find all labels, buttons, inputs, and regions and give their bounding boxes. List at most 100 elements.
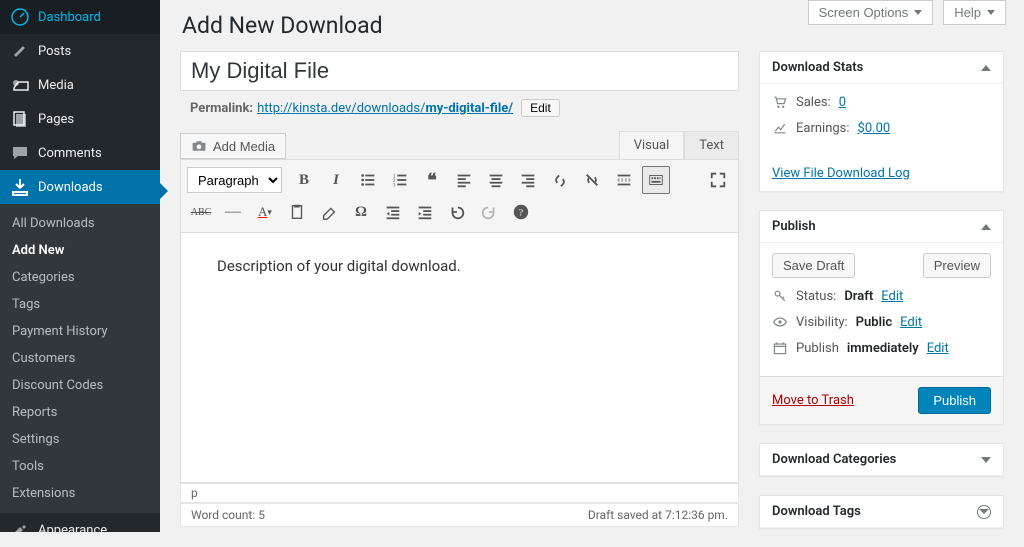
preview-button[interactable]: Preview: [923, 253, 991, 278]
submenu-extensions[interactable]: Extensions: [0, 480, 160, 507]
download-tags-toggle[interactable]: Download Tags: [760, 496, 1003, 528]
post-title-input[interactable]: [180, 51, 739, 91]
svg-text:3: 3: [393, 182, 396, 188]
sidebar-item-appearance[interactable]: Appearance: [0, 513, 160, 547]
view-log-link[interactable]: View File Download Log: [772, 166, 910, 181]
appearance-icon: [10, 520, 30, 540]
clipboard-icon: [288, 203, 306, 221]
strikethrough-button[interactable]: ABC: [187, 198, 215, 226]
downloads-submenu: All Downloads Add New Categories Tags Pa…: [0, 204, 160, 513]
move-to-trash-link[interactable]: Move to Trash: [772, 393, 854, 408]
redo-button[interactable]: [475, 198, 503, 226]
number-list-button[interactable]: 123: [386, 166, 414, 194]
editor-textarea[interactable]: Description of your digital download.: [180, 233, 739, 483]
visibility-value: Public: [856, 315, 892, 330]
paste-text-button[interactable]: [283, 198, 311, 226]
clear-format-button[interactable]: [315, 198, 343, 226]
edit-schedule-link[interactable]: Edit: [927, 341, 949, 356]
help-button[interactable]: Help: [943, 0, 1006, 25]
comments-icon: [10, 143, 30, 163]
save-draft-button[interactable]: Save Draft: [772, 253, 855, 278]
format-select[interactable]: Paragraph: [187, 167, 282, 193]
add-media-button[interactable]: Add Media: [180, 133, 286, 159]
blockquote-button[interactable]: ❝: [418, 166, 446, 194]
kitchensink-button[interactable]: [642, 166, 670, 194]
outdent-button[interactable]: [379, 198, 407, 226]
align-right-button[interactable]: [514, 166, 542, 194]
earnings-value-link[interactable]: $0.00: [858, 121, 891, 136]
indent-button[interactable]: [411, 198, 439, 226]
add-media-label: Add Media: [213, 139, 275, 154]
publish-toggle[interactable]: Publish: [760, 211, 1003, 243]
submenu-tags[interactable]: Tags: [0, 291, 160, 318]
submenu-settings[interactable]: Settings: [0, 426, 160, 453]
download-categories-toggle[interactable]: Download Categories: [760, 444, 1003, 476]
tab-text[interactable]: Text: [684, 131, 739, 159]
editor-toolbar: Paragraph B I 123 ❝ ABC — A ▾: [180, 159, 739, 233]
sidebar-item-downloads[interactable]: Downloads: [0, 170, 160, 204]
bullet-list-button[interactable]: [354, 166, 382, 194]
italic-button[interactable]: I: [322, 166, 350, 194]
download-categories-box: Download Categories: [759, 443, 1004, 477]
submenu-discount-codes[interactable]: Discount Codes: [0, 372, 160, 399]
tab-visual[interactable]: Visual: [619, 131, 685, 159]
align-center-button[interactable]: [482, 166, 510, 194]
sidebar-item-comments[interactable]: Comments: [0, 136, 160, 170]
sidebar-item-pages[interactable]: Pages: [0, 102, 160, 136]
postbox-title: Download Categories: [772, 452, 896, 467]
special-char-button[interactable]: Ω: [347, 198, 375, 226]
download-stats-toggle[interactable]: Download Stats: [760, 52, 1003, 84]
sidebar-item-posts[interactable]: Posts: [0, 34, 160, 68]
submenu-payment-history[interactable]: Payment History: [0, 318, 160, 345]
publish-button[interactable]: Publish: [918, 387, 991, 414]
permalink-link[interactable]: http://kinsta.dev/downloads/my-digital-f…: [257, 101, 513, 116]
chevron-down-icon: [987, 10, 995, 15]
unlink-icon: [583, 171, 601, 189]
edit-visibility-link[interactable]: Edit: [900, 315, 922, 330]
sales-value-link[interactable]: 0: [839, 95, 846, 110]
readmore-button[interactable]: [610, 166, 638, 194]
help-toolbar-button[interactable]: ?: [507, 198, 535, 226]
edit-status-link[interactable]: Edit: [881, 289, 903, 304]
hr-button[interactable]: —: [219, 198, 247, 226]
submenu-tools[interactable]: Tools: [0, 453, 160, 480]
screen-options-button[interactable]: Screen Options: [808, 0, 934, 25]
wordcount-label: Word count:: [191, 508, 255, 522]
permalink-row: Permalink: http://kinsta.dev/downloads/m…: [180, 91, 739, 125]
undo-button[interactable]: [443, 198, 471, 226]
publish-schedule-label: Publish: [796, 341, 839, 356]
admin-sidebar: Dashboard Posts Media Pages Comments Dow…: [0, 0, 160, 532]
permalink-label: Permalink:: [190, 101, 253, 116]
question-icon: ?: [512, 203, 530, 221]
unlink-button[interactable]: [578, 166, 606, 194]
align-left-icon: [455, 171, 473, 189]
fullscreen-button[interactable]: [704, 166, 732, 194]
sidebar-item-media[interactable]: Media: [0, 68, 160, 102]
sales-label: Sales:: [796, 95, 831, 110]
screen-meta-links: Screen Options Help: [808, 0, 1006, 25]
submenu-categories[interactable]: Categories: [0, 264, 160, 291]
chevron-down-icon: [914, 10, 922, 15]
submenu-reports[interactable]: Reports: [0, 399, 160, 426]
sidebar-item-label: Downloads: [38, 180, 103, 195]
submenu-all-downloads[interactable]: All Downloads: [0, 210, 160, 237]
fullscreen-icon: [709, 171, 727, 189]
bold-button[interactable]: B: [290, 166, 318, 194]
status-label: Status:: [796, 289, 836, 304]
publish-box: Publish Save Draft Preview Status: Draft…: [759, 210, 1004, 425]
submenu-customers[interactable]: Customers: [0, 345, 160, 372]
key-icon: [772, 288, 788, 304]
link-button[interactable]: [546, 166, 574, 194]
help-label: Help: [954, 5, 981, 20]
screen-options-label: Screen Options: [819, 5, 909, 20]
align-left-button[interactable]: [450, 166, 478, 194]
list-ol-icon: 123: [391, 171, 409, 189]
readmore-icon: [615, 171, 633, 189]
edit-permalink-button[interactable]: Edit: [521, 99, 560, 117]
download-icon: [10, 177, 30, 197]
sidebar-item-dashboard[interactable]: Dashboard: [0, 0, 160, 34]
submenu-add-new[interactable]: Add New: [0, 237, 160, 264]
sidebar-item-label: Media: [38, 78, 74, 93]
wordcount-value: 5: [258, 508, 265, 522]
textcolor-button[interactable]: A ▾: [251, 198, 279, 226]
